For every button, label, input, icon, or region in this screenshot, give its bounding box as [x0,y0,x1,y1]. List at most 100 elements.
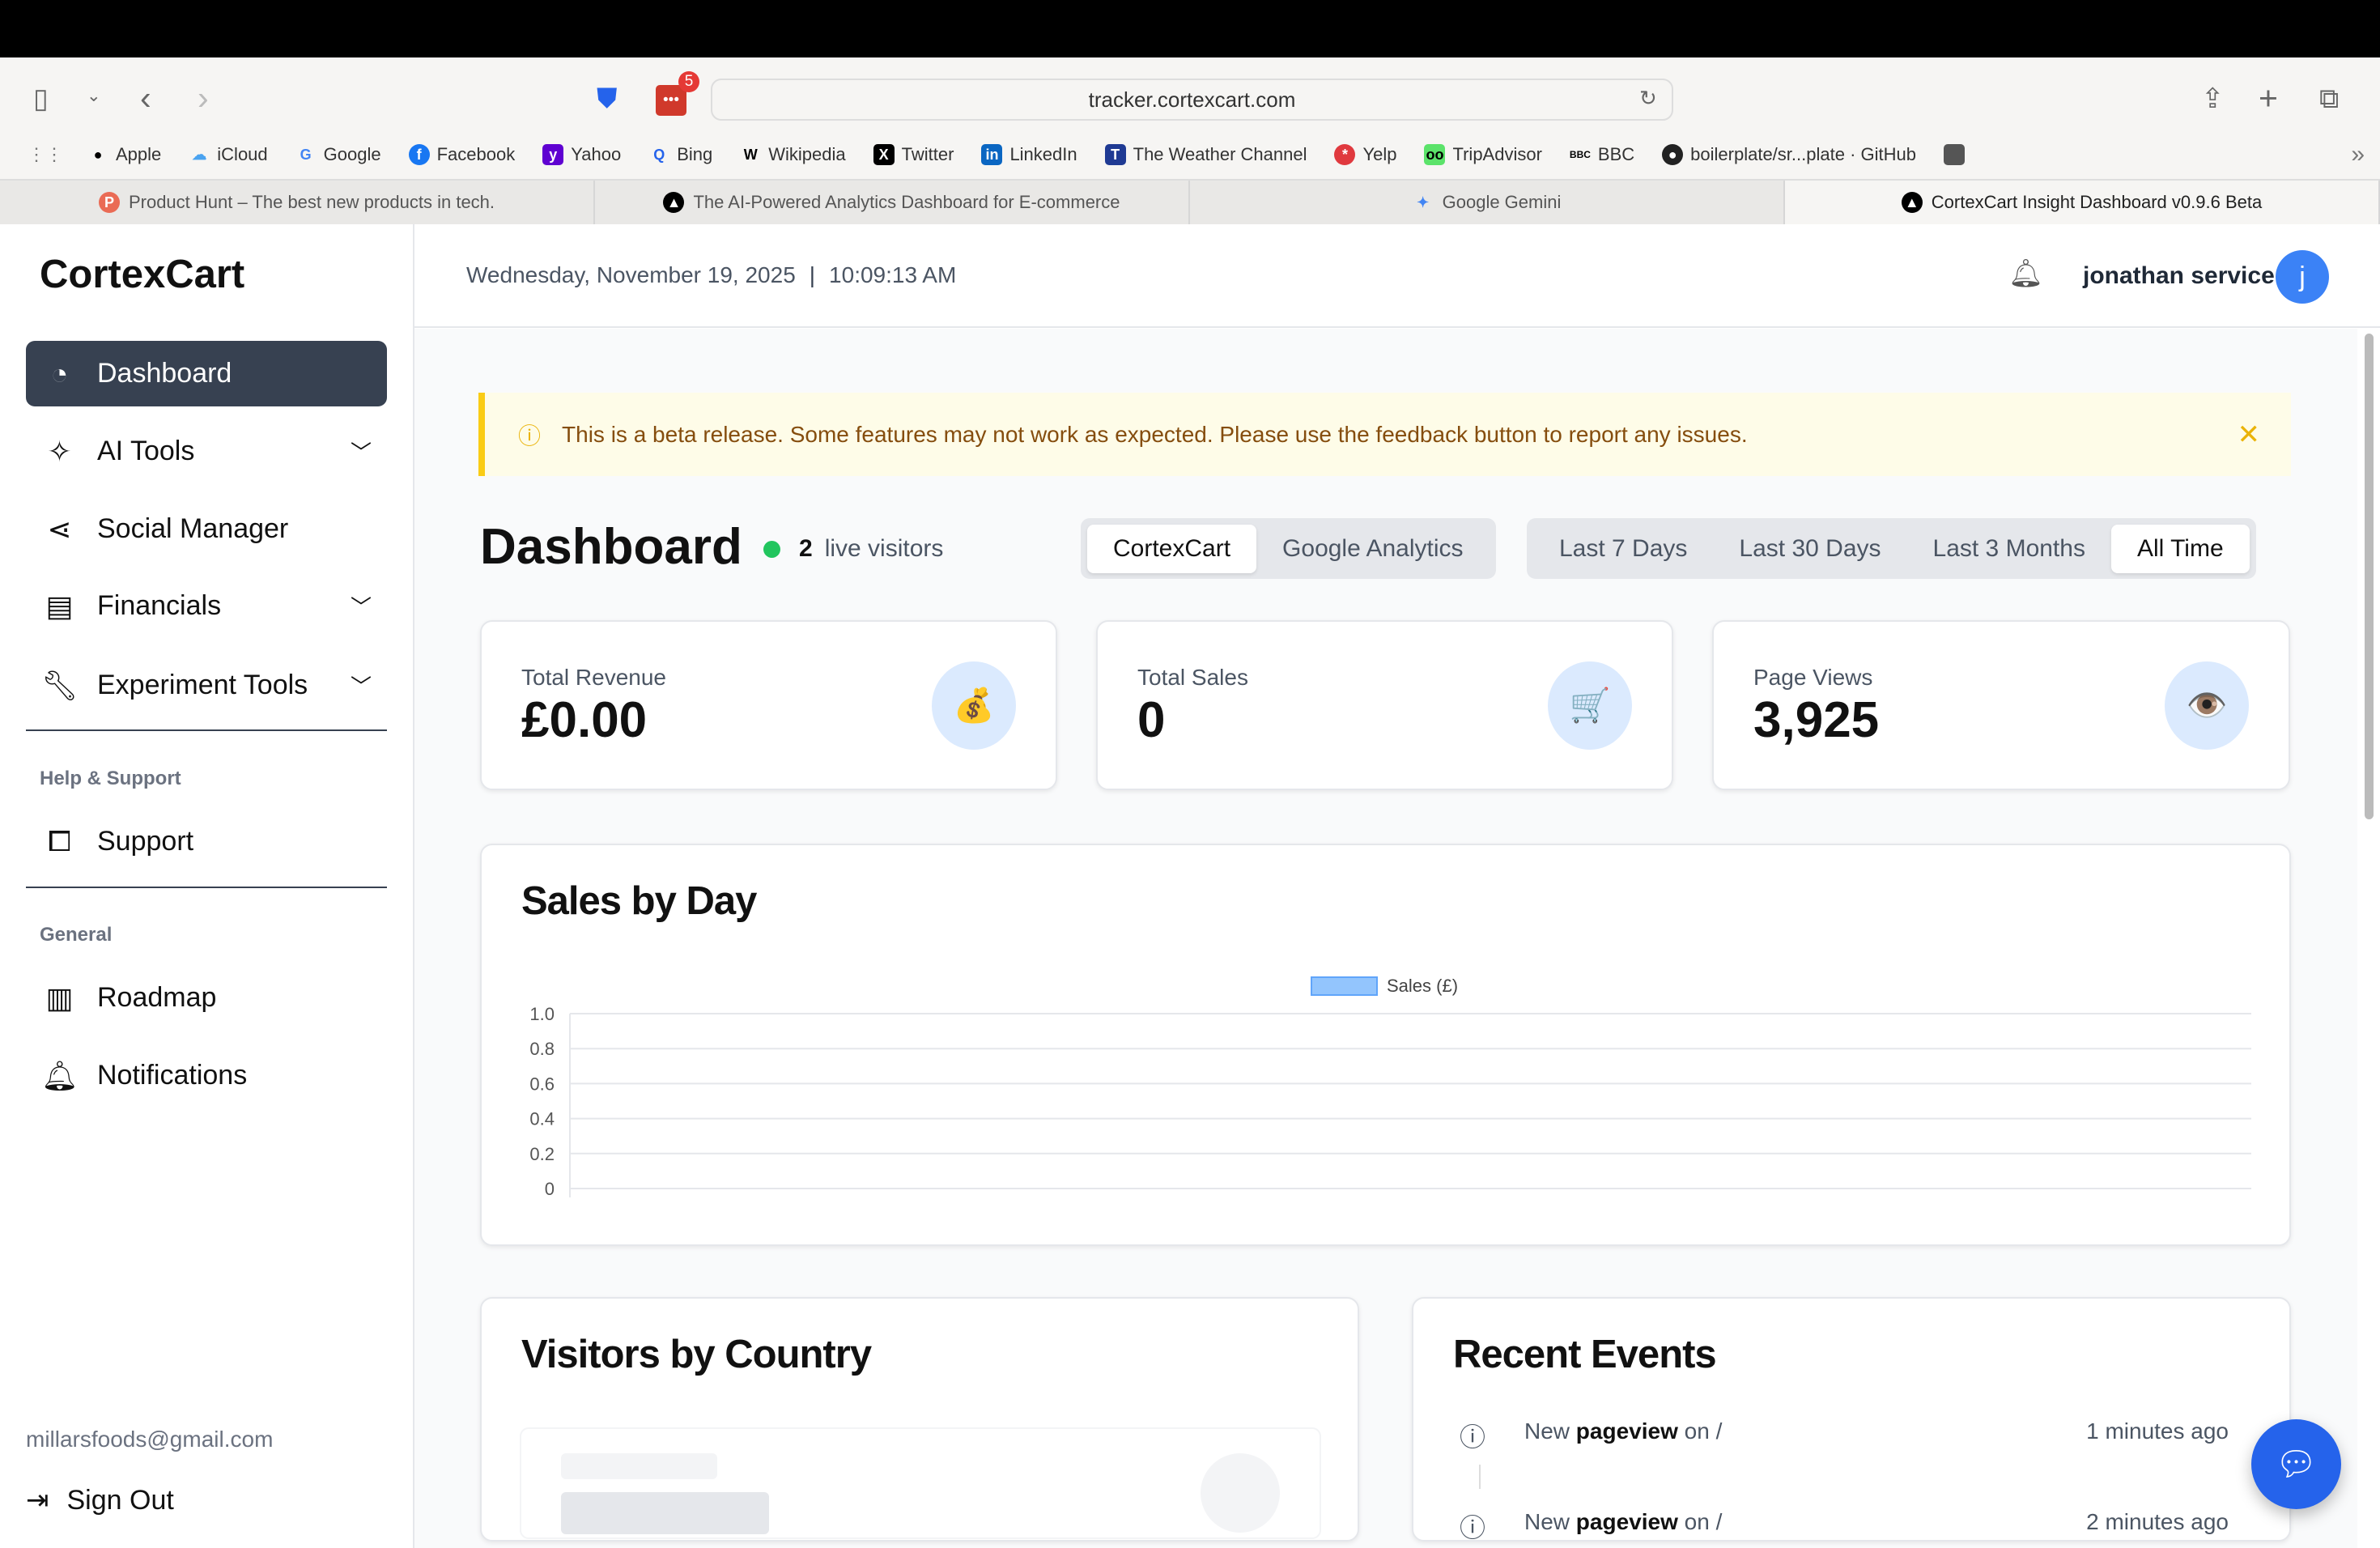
scrollbar[interactable] [2365,334,2374,819]
puzzle-icon: ⧠ [41,824,78,859]
back-icon[interactable]: ‹ [140,82,151,115]
source-cortexcart[interactable]: CortexCart [1087,525,1256,573]
bookmarks-bar: ⋮⋮ ●Apple ☁iCloud GGoogle fFacebook yYah… [0,136,2380,172]
event-item: ⓘ New pageview on / 2 minutes ago [1453,1508,2229,1537]
sidebar-item-experiment-tools[interactable]: 🔧︎Experiment Tools﹀ [26,653,387,718]
page-title: Dashboard [480,518,742,576]
bookmark[interactable]: ☁iCloud [189,144,267,165]
close-icon[interactable]: ✕ [2238,419,2261,451]
forward-icon[interactable]: › [198,82,209,115]
live-dot-icon [763,541,780,558]
chat-icon: 💬︎ [2275,1445,2317,1482]
bookmark[interactable]: QBing [648,144,712,165]
shield-extension-icon[interactable]: ⛊ [597,85,618,113]
grid-icon[interactable]: ⋮⋮ [28,144,63,165]
range-toggle: Last 7 Days Last 30 Days Last 3 Months A… [1527,518,2256,579]
bookmark[interactable]: ooTripAdvisor [1424,144,1541,165]
new-tab-icon[interactable]: + [2259,82,2278,115]
bookmark[interactable]: GGoogle [295,144,381,165]
visitors-by-country-card: Visitors by Country [480,1297,1359,1542]
range-last-30-days[interactable]: Last 30 Days [1713,525,1906,573]
y-tick-label: 0.2 [529,1144,555,1164]
y-tick-label: 0.8 [529,1039,555,1059]
bookmark[interactable] [1944,144,1965,165]
loading-skeleton [520,1427,1321,1539]
bookmark[interactable]: XTwitter [873,144,954,165]
user-email: millarsfoods@gmail.com [26,1427,273,1452]
bookmark[interactable]: ●Apple [87,144,161,165]
share-icon: ⋖ [41,512,78,546]
cart-icon: 🛒 [1548,661,1632,750]
sales-by-day-card: Sales by Day Sales (£) 1.00.80.60.40.20 [480,844,2291,1246]
info-icon: ⓘ [518,419,541,451]
sidebar-toggle-icon[interactable]: ▯ [33,85,49,113]
money-bag-icon: 💰 [932,661,1016,750]
map-icon: ▥ [41,981,78,1015]
bookmark[interactable]: inLinkedIn [981,144,1077,165]
range-last-7-days[interactable]: Last 7 Days [1533,525,1713,573]
help-heading: Help & Support [40,768,181,790]
bookmark[interactable]: TThe Weather Channel [1105,144,1307,165]
bell-icon: 🔔︎ [41,1059,78,1093]
sidebar-item-roadmap[interactable]: ▥Roadmap [26,965,387,1031]
sidebar-item-support[interactable]: ⧠Support [26,809,387,874]
bookmark[interactable]: ●boilerplate/sr...plate · GitHub [1662,144,1916,165]
source-google-analytics[interactable]: Google Analytics [1256,525,1489,573]
kpi-total-sales: Total Sales0🛒 [1096,620,1673,790]
divider [26,729,387,731]
browser-tab[interactable]: ▲The AI-Powered Analytics Dashboard for … [595,181,1190,224]
sidebar-item-notifications[interactable]: 🔔︎Notifications [26,1043,387,1108]
chevron-down-icon: ﹀ [351,670,372,700]
top-bar: Wednesday, November 19, 2025|10:09:13 AM… [414,224,2380,328]
sidebar-item-dashboard[interactable]: ◔Dashboard [26,341,387,406]
share-icon[interactable]: ⇪ [2201,85,2225,113]
sign-out-button[interactable]: ⇥Sign Out [26,1484,174,1516]
chevron-down-icon: ﹀ [351,591,372,621]
sidebar-item-social-manager[interactable]: ⋖Social Manager [26,496,387,562]
time: 10:09:13 AM [829,262,956,287]
bookmark[interactable]: *Yelp [1334,144,1396,165]
chevron-down-icon[interactable]: ⌄ [87,87,101,104]
avatar[interactable]: j [2276,250,2329,304]
beta-banner: ⓘThis is a beta release. Some features m… [478,393,2291,476]
range-last-3-months[interactable]: Last 3 Months [1907,525,2111,573]
sales-chart: 1.00.80.60.40.20 [482,845,2289,1244]
y-tick-label: 1.0 [529,1004,555,1024]
wrench-icon: 🔧︎ [41,669,78,703]
bookmark[interactable]: yYahoo [542,144,621,165]
document-chart-icon: ▤ [41,589,78,623]
more-bookmarks-icon[interactable]: » [2351,141,2365,168]
kpi-page-views: Page Views3,925👁️ [1712,620,2290,790]
url-text: tracker.cortexcart.com [1089,87,1296,112]
user-name[interactable]: jonathan service [2083,262,2275,290]
extension-badge: 5 [678,71,699,92]
address-bar[interactable]: tracker.cortexcart.com [711,79,1673,121]
kpi-total-revenue: Total Revenue£0.00💰 [480,620,1057,790]
feedback-chat-button[interactable]: 💬︎ [2251,1419,2341,1509]
sidebar: CortexCart ◔Dashboard ✧AI Tools﹀ ⋖Social… [0,224,414,1548]
bookmark[interactable]: fFacebook [409,144,516,165]
browser-tab-active[interactable]: ▲CortexCart Insight Dashboard v0.9.6 Bet… [1785,181,2380,224]
source-toggle: CortexCart Google Analytics [1081,518,1496,579]
chevron-down-icon: ﹀ [351,436,372,466]
reload-icon[interactable]: ↻ [1639,87,1657,108]
sidebar-item-ai-tools[interactable]: ✧AI Tools﹀ [26,419,387,484]
browser-chrome: ▯ ⌄ ‹ › ⛊ ••• 5 tracker.cortexcart.com ↻… [0,57,2380,224]
bookmark[interactable]: BBCBBC [1570,144,1634,165]
y-tick-label: 0.6 [529,1074,555,1094]
app: CortexCart ◔Dashboard ✧AI Tools﹀ ⋖Social… [0,224,2380,1548]
bookmark[interactable]: WWikipedia [740,144,845,165]
general-heading: General [40,924,112,946]
eye-icon: 👁️ [2165,661,2249,750]
logo: CortexCart [40,252,244,297]
card-title: Visitors by Country [521,1332,871,1377]
browser-tab[interactable]: PProduct Hunt – The best new products in… [0,181,595,224]
bell-icon[interactable]: 🔔︎ [2008,257,2043,290]
date: Wednesday, November 19, 2025 [466,262,796,287]
question-icon: ⓘ [1460,1417,1485,1454]
tab-overview-icon[interactable]: ⧉ [2319,85,2339,113]
browser-tab[interactable]: ✦Google Gemini [1190,181,1785,224]
sidebar-item-financials[interactable]: ▤Financials﹀ [26,573,387,639]
tab-bar: PProduct Hunt – The best new products in… [0,179,2380,224]
range-all-time[interactable]: All Time [2111,525,2250,573]
